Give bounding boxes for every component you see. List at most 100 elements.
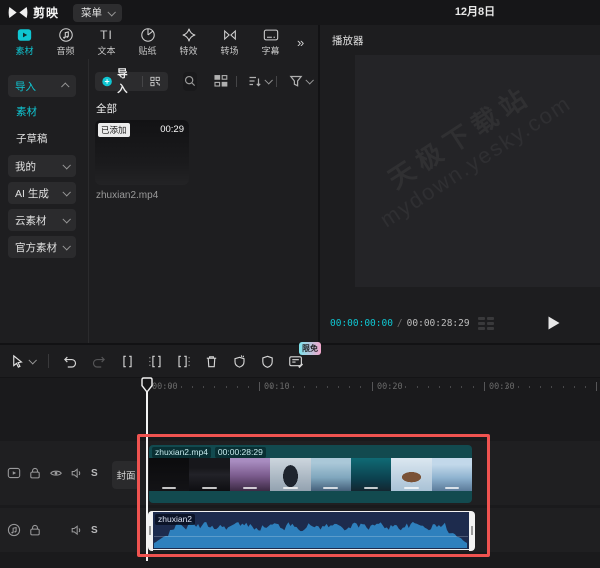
freeze-frame-button[interactable]: [232, 354, 247, 369]
tab-sticker[interactable]: 贴纸: [127, 26, 168, 58]
playhead-handle[interactable]: [141, 377, 153, 393]
preview-canvas: [355, 55, 600, 287]
tab-audio[interactable]: 音频: [45, 26, 86, 58]
material-library-icon[interactable]: [150, 75, 160, 88]
ruler-label: 00:10: [264, 382, 290, 392]
sort-icon: [248, 74, 262, 88]
chevron-down-icon: [62, 188, 70, 196]
cover-button[interactable]: 封面: [112, 461, 140, 489]
tab-media[interactable]: 素材: [4, 26, 45, 58]
app-logo: 剪映: [8, 4, 59, 21]
chevron-down-icon: [107, 8, 115, 16]
tab-effects[interactable]: 特效: [168, 26, 209, 58]
ruler-label: 00:20: [377, 382, 403, 392]
filter-icon: [289, 74, 303, 88]
tabs-overflow-icon[interactable]: »: [297, 35, 304, 50]
media-filename: zhuxian2.mp4: [96, 190, 158, 201]
effects-tab-icon: [181, 27, 197, 43]
menu-button-label: 菜单: [81, 5, 102, 20]
transitions-tab-icon: [222, 27, 238, 43]
shield-icon: [260, 354, 275, 369]
search-button[interactable]: [183, 72, 197, 91]
redo-button[interactable]: [91, 354, 107, 369]
eye-icon[interactable]: [49, 466, 63, 480]
sidebar-item-cloud-material[interactable]: 云素材: [8, 209, 76, 231]
sidebar-item-subdraft[interactable]: 子草稿: [16, 131, 48, 146]
audio-tab-icon: [58, 27, 74, 43]
tab-text[interactable]: TI 文本: [86, 26, 127, 58]
media-library-panel: 素材 音频 TI 文本 贴纸: [0, 25, 318, 343]
divider: [48, 354, 49, 368]
chevron-down-icon: [62, 215, 70, 223]
play-button[interactable]: [548, 316, 560, 330]
trash-icon: [204, 354, 219, 369]
sort-button[interactable]: [248, 74, 271, 88]
category-all-label[interactable]: 全部: [96, 101, 117, 116]
tab-captions[interactable]: 字幕: [250, 26, 291, 58]
chevron-down-icon: [62, 242, 70, 250]
tab-label: 特效: [179, 44, 197, 57]
import-button[interactable]: 导入: [95, 72, 168, 91]
tab-label: 素材: [15, 44, 33, 57]
sidebar-item-import[interactable]: 导入: [8, 75, 76, 97]
tab-label: 转场: [220, 44, 238, 57]
timeline-ruler[interactable]: 00:00 00:10 00:20 00:30: [0, 378, 600, 395]
lock-icon[interactable]: [28, 466, 42, 480]
text-tab-icon: TI: [100, 27, 113, 43]
chevron-down-icon: [28, 356, 36, 364]
video-track-header: S: [0, 441, 100, 505]
filter-button[interactable]: [289, 74, 312, 88]
lock-icon[interactable]: [28, 523, 42, 537]
split-icon: [120, 354, 135, 369]
play-icon: [548, 316, 560, 330]
menu-button[interactable]: 菜单: [73, 4, 122, 22]
solo-toggle[interactable]: S: [91, 525, 98, 536]
preview-quality-icon[interactable]: [478, 317, 494, 330]
divider: [142, 76, 143, 87]
solo-toggle[interactable]: S: [91, 468, 98, 479]
sidebar-item-official-material[interactable]: 官方素材: [8, 236, 76, 258]
player-panel: 播放器 天极下载站 mydown.yesky.com 00:00:00:00 /…: [320, 25, 600, 343]
search-icon: [184, 75, 196, 87]
cover-button-label: 封面: [116, 468, 135, 482]
audio-track-header: S: [0, 508, 100, 552]
annotation-highlight-rect: [137, 434, 490, 557]
capcut-app-window: 剪映 菜单 12月8日 素材 音频: [0, 0, 600, 568]
sidebar-item-material[interactable]: 素材: [16, 104, 37, 119]
sidebar-item-mine[interactable]: 我的: [8, 155, 76, 177]
undo-button[interactable]: [62, 354, 78, 369]
speaker-icon[interactable]: [70, 466, 84, 480]
captions-tab-icon: [263, 27, 279, 43]
split-right-button[interactable]: [176, 354, 191, 369]
mute-shield-button[interactable]: [260, 354, 275, 369]
ruler-label: 00:30: [489, 382, 515, 392]
clip-duration-label: 00:29: [160, 124, 184, 135]
audio-track-icon: [7, 523, 21, 537]
player-title: 播放器: [332, 33, 364, 48]
select-tool-button[interactable]: [10, 354, 35, 369]
speaker-icon[interactable]: [70, 523, 84, 537]
top-bar: 剪映 菜单 12月8日: [0, 0, 600, 25]
sticker-tab-icon: [140, 27, 156, 43]
timeline-toolbar: 限免: [0, 345, 600, 378]
tab-label: 文本: [97, 44, 115, 57]
shield-marks-icon: [232, 354, 247, 369]
sidebar-item-ai-generate[interactable]: AI 生成: [8, 182, 76, 204]
split-left-button[interactable]: [148, 354, 163, 369]
media-thumbnail-card[interactable]: 已添加 00:29: [95, 120, 189, 185]
draft-title: 12月8日: [430, 0, 520, 25]
grid-view-button[interactable]: [214, 74, 228, 88]
timeline-panel: 限免 00:00 00:10 00:20 00:30 S: [0, 345, 600, 568]
tab-label: 字幕: [261, 44, 279, 57]
split-button[interactable]: [120, 354, 135, 369]
delete-button[interactable]: [204, 354, 219, 369]
plus-circle-icon: [102, 75, 112, 88]
chevron-down-icon: [305, 76, 313, 84]
tab-transitions[interactable]: 转场: [209, 26, 250, 58]
timecode-display: 00:00:00:00 / 00:00:28:29: [330, 318, 470, 329]
split-right-icon: [176, 354, 191, 369]
capcut-logo-icon: [8, 5, 28, 20]
split-left-icon: [148, 354, 163, 369]
smart-script-button[interactable]: 限免: [288, 354, 305, 369]
media-content-area: 导入: [90, 59, 318, 343]
